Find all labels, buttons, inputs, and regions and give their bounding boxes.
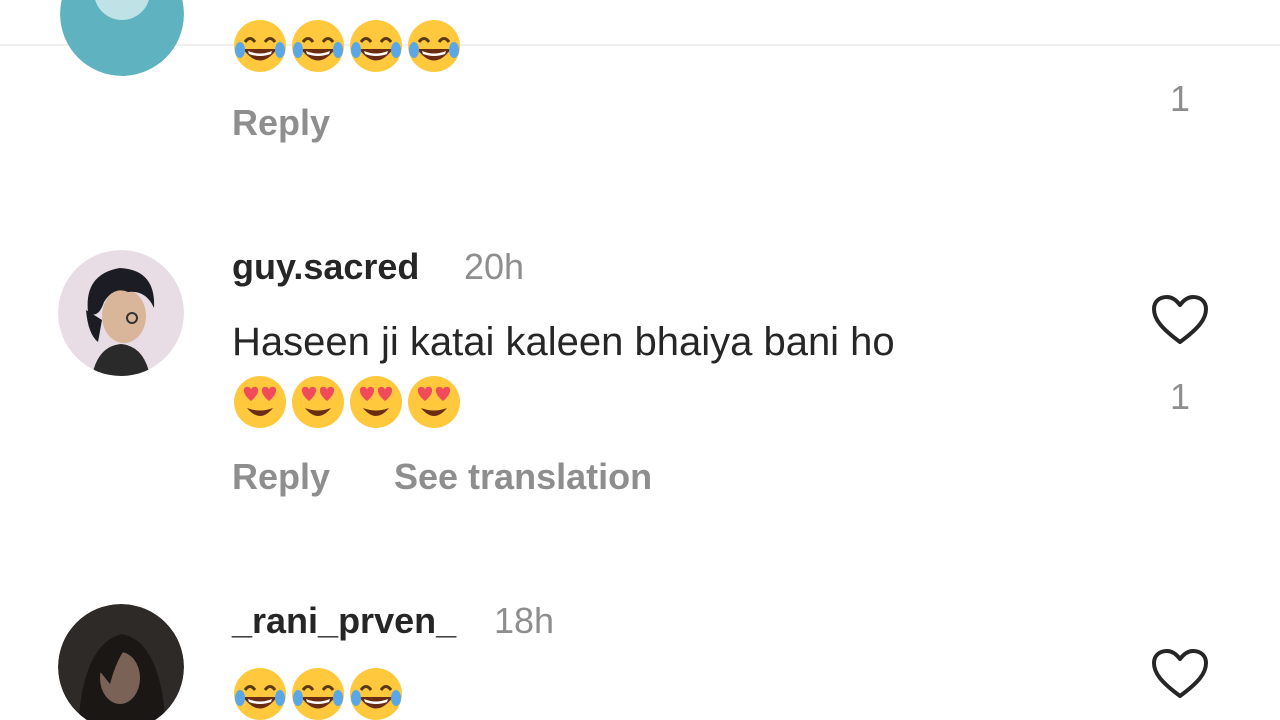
avatar[interactable] — [58, 604, 184, 720]
heart-eyes-emoji — [408, 376, 460, 428]
like-heart-icon[interactable] — [1151, 294, 1209, 346]
comment-emojis — [232, 374, 462, 430]
comment-emojis — [232, 666, 404, 720]
tears-of-joy-emoji — [292, 668, 344, 720]
comment-time: 20h — [464, 246, 525, 287]
comment-username[interactable]: _rani_prven_ — [232, 600, 456, 642]
reply-button[interactable]: Reply — [232, 456, 330, 498]
comment-emojis — [232, 18, 462, 74]
heart-eyes-emoji — [234, 376, 286, 428]
comment-text: Haseen ji katai kaleen bhaiya bani ho — [232, 320, 895, 364]
tears-of-joy-emoji — [234, 20, 286, 72]
tears-of-joy-emoji — [350, 20, 402, 72]
tears-of-joy-emoji — [292, 20, 344, 72]
reply-button[interactable]: Reply — [232, 102, 330, 144]
comments-screen: Reply 1 guy.sacred 20h Haseen ji katai k… — [0, 0, 1280, 720]
like-heart-icon[interactable] — [1151, 648, 1209, 700]
comment-username[interactable]: guy.sacred — [232, 246, 419, 288]
avatar[interactable] — [58, 250, 184, 376]
like-count: 1 — [1169, 78, 1191, 119]
tears-of-joy-emoji — [350, 668, 402, 720]
header-divider — [0, 44, 1280, 46]
comment-time: 18h — [494, 600, 555, 641]
heart-eyes-emoji — [350, 376, 402, 428]
tears-of-joy-emoji — [234, 668, 286, 720]
avatar[interactable] — [60, 0, 184, 76]
like-count: 1 — [1169, 376, 1191, 417]
heart-eyes-emoji — [292, 376, 344, 428]
tears-of-joy-emoji — [408, 20, 460, 72]
see-translation-button[interactable]: See translation — [394, 456, 652, 498]
